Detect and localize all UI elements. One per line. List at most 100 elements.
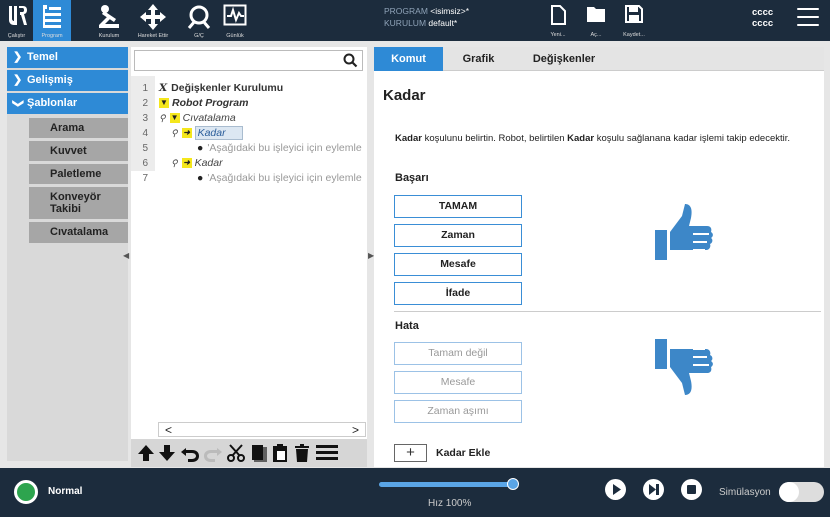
divider: [394, 311, 821, 312]
run-tab[interactable]: Çalıştır: [0, 0, 33, 41]
panel-tabs: Komut Grafik Değişkenler: [374, 47, 824, 71]
installation-tab[interactable]: Kurulum: [94, 0, 124, 41]
pin-icon: ⚲: [171, 158, 178, 168]
line-number: 6: [142, 158, 148, 169]
pin-icon: ⚲: [159, 113, 166, 123]
tree-toolbar: [131, 439, 367, 467]
until-timeout-button[interactable]: Zaman aşımı: [394, 400, 522, 423]
left-nav: ❯ Temel ❯ Gelişmiş ❯ Şablonlar Arama Kuvvet…: [7, 47, 128, 461]
line-number: 4: [142, 128, 148, 139]
play-button[interactable]: [605, 479, 626, 500]
program-tab[interactable]: Program: [33, 0, 71, 41]
redo-icon[interactable]: [203, 443, 223, 463]
until-time-button[interactable]: Zaman: [394, 224, 522, 247]
log-tab[interactable]: Günlük: [220, 0, 250, 41]
io-icon: [187, 5, 211, 29]
delete-icon[interactable]: [292, 443, 312, 463]
io-tab[interactable]: G/Ç: [184, 0, 214, 41]
move-up-icon[interactable]: [136, 443, 156, 463]
robot-status-icon[interactable]: [14, 480, 38, 504]
open-button[interactable]: Aç...: [576, 3, 616, 39]
ur-logo-icon: [8, 6, 27, 25]
suppress-icon[interactable]: [315, 443, 339, 463]
bottom-bar: Normal Hız 100% Simülasyon: [0, 468, 830, 517]
save-button-label: Kaydet...: [623, 32, 645, 38]
scroll-right-button[interactable]: >: [352, 423, 359, 437]
search-input[interactable]: [134, 50, 363, 71]
tree-row[interactable]: 5 ● 'Aşağıdaki bu işleyici için eylemle: [131, 141, 367, 156]
folder-icon: [587, 7, 605, 22]
template-item-palletizing[interactable]: Paletleme: [29, 164, 128, 184]
stop-button[interactable]: [681, 479, 702, 500]
simulation-toggle-knob[interactable]: [779, 482, 799, 502]
until-ok-button[interactable]: TAMAM: [394, 195, 522, 218]
template-item-screwdriving[interactable]: Cıvatalama: [29, 222, 128, 243]
until-fail-distance-button[interactable]: Mesafe: [394, 371, 522, 394]
move-down-icon[interactable]: [157, 443, 177, 463]
step-button[interactable]: [643, 479, 664, 500]
run-tab-label: Çalıştır: [7, 33, 26, 39]
nav-category-label: Temel: [27, 51, 58, 63]
tree-row-label: 'Aşağıdaki bu işleyici için eylemle: [207, 142, 362, 154]
nav-category-templates[interactable]: ❯ Şablonlar: [7, 93, 128, 114]
collapse-toggle-icon[interactable]: ▼: [159, 98, 169, 109]
speed-slider-knob[interactable]: [507, 478, 519, 490]
move-tab[interactable]: Hareket Ettir: [130, 0, 176, 41]
new-button-label: Yeni...: [550, 32, 566, 38]
hamburger-menu-icon[interactable]: [797, 8, 819, 26]
collapse-toggle-icon[interactable]: ▼: [169, 113, 180, 124]
nav-category-label: Gelişmiş: [27, 74, 73, 86]
chevron-right-icon: ❯: [13, 74, 23, 86]
tab-variables[interactable]: Değişkenler: [514, 47, 614, 71]
tree-row[interactable]: 3 ⚲ ▼ Cıvatalama: [131, 111, 367, 126]
tree-row[interactable]: 7 ● 'Aşağıdaki bu işleyici için eylemle: [131, 171, 367, 186]
paste-icon[interactable]: [270, 443, 290, 463]
undo-icon[interactable]: [180, 443, 200, 463]
tree-row-selected[interactable]: 4 ⚲ ➜ Kadar: [131, 126, 367, 141]
template-label: Konveyör Takibi: [50, 191, 101, 215]
cut-icon[interactable]: [226, 443, 246, 463]
collapse-left-handle-icon[interactable]: ◀: [123, 251, 130, 261]
tree-row-label: Değişkenler Kurulumu: [171, 82, 284, 94]
tree-row[interactable]: 2 ▼ Robot Program: [131, 96, 367, 111]
horizontal-scroll[interactable]: < >: [158, 422, 366, 437]
desc-text: koşulu sağlanana kadar işlemi takip edec…: [594, 133, 791, 144]
user-box[interactable]: cccc cccc: [752, 7, 773, 29]
program-tree-panel: 1 X Değişkenler Kurulumu 2 ▼ Robot Program…: [131, 47, 367, 467]
tree-row-label: 'Aşağıdaki bu işleyici için eylemle: [207, 172, 362, 184]
copy-icon[interactable]: [248, 443, 268, 463]
description: Kadar koşulunu belirtin. Robot, belirtil…: [395, 133, 815, 145]
until-expression-button[interactable]: İfade: [394, 282, 522, 305]
template-item-conveyor-tracking[interactable]: Konveyör Takibi: [29, 187, 128, 219]
tab-graphics[interactable]: Grafik: [443, 47, 514, 71]
search-icon[interactable]: [343, 53, 358, 68]
stop-icon: [687, 485, 696, 494]
program-tab-label: Program: [41, 33, 63, 39]
nav-category-basic[interactable]: ❯ Temel: [7, 47, 128, 68]
until-not-ok-button[interactable]: Tamam değil: [394, 342, 522, 365]
template-item-search[interactable]: Arama: [29, 118, 128, 138]
nav-category-label: Şablonlar: [27, 97, 78, 109]
scroll-left-button[interactable]: <: [165, 423, 172, 437]
tree-row[interactable]: 1 X Değişkenler Kurulumu: [131, 81, 367, 96]
tree-row[interactable]: 6 ⚲ ➜ Kadar: [131, 156, 367, 171]
pin-icon: ⚲: [171, 128, 178, 138]
new-button[interactable]: Yeni...: [538, 3, 578, 39]
user-line-1: cccc: [752, 7, 774, 18]
until-arrow-icon: ➜: [181, 128, 192, 139]
thumbs-up-icon: [655, 204, 713, 260]
tab-command[interactable]: Komut: [374, 47, 443, 71]
save-button[interactable]: Kaydet...: [614, 3, 654, 39]
tree-row-label: Kadar: [194, 126, 243, 140]
template-item-force[interactable]: Kuvvet: [29, 141, 128, 161]
nav-category-advanced[interactable]: ❯ Gelişmiş: [7, 70, 128, 91]
add-until-button[interactable]: +: [394, 444, 427, 462]
failure-heading: Hata: [395, 320, 419, 332]
until-distance-button[interactable]: Mesafe: [394, 253, 522, 276]
open-button-label: Aç...: [590, 32, 602, 38]
new-file-icon: [551, 5, 566, 25]
speed-slider[interactable]: [379, 482, 513, 487]
desc-keyword: Kadar: [567, 133, 595, 144]
template-label: Cıvatalama: [50, 226, 109, 238]
installation-tab-label: Kurulum: [98, 33, 120, 39]
